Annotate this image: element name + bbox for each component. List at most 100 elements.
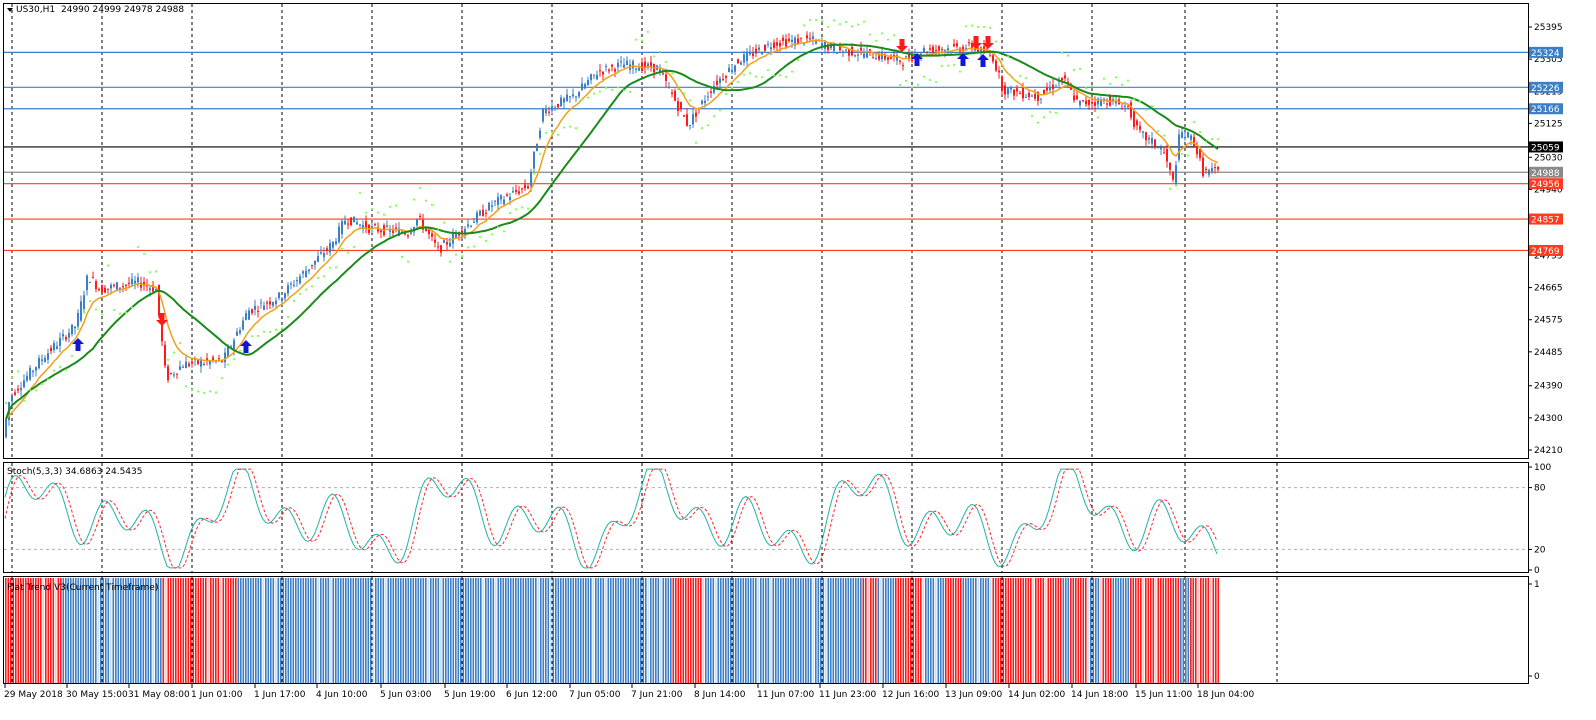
trend-bar xyxy=(1167,578,1170,683)
trend-bar xyxy=(945,578,947,683)
trend-bar xyxy=(265,578,267,683)
trend-bar xyxy=(195,578,197,683)
trend-bar xyxy=(277,578,280,683)
candle-body xyxy=(1085,100,1087,105)
trend-bar xyxy=(930,578,932,683)
sar-dot xyxy=(748,72,752,75)
trend-bar xyxy=(285,578,287,683)
trend-bar xyxy=(290,578,292,683)
trend-bar xyxy=(410,578,412,683)
trend-tick-label: 0 xyxy=(1534,672,1540,682)
trend-bar xyxy=(272,578,275,683)
level-tag-value: 24956 xyxy=(1531,180,1560,190)
trend-bar xyxy=(322,578,325,683)
trend-bar xyxy=(865,578,867,683)
trend-bar xyxy=(1110,578,1112,683)
sar-dot xyxy=(304,288,308,291)
trend-bar xyxy=(1070,578,1072,683)
stochastic-panel[interactable] xyxy=(3,462,1529,573)
candle-body xyxy=(14,392,16,395)
trend-bar xyxy=(727,578,730,683)
trend-bar xyxy=(902,578,905,683)
sar-dot xyxy=(352,245,356,249)
trend-bar xyxy=(1132,578,1135,683)
sar-dot xyxy=(796,58,800,62)
sar-dot xyxy=(1090,85,1094,88)
trend-bar xyxy=(577,578,580,683)
trend-bar xyxy=(662,578,665,683)
trend-bar xyxy=(1165,578,1167,683)
sar-dot xyxy=(136,245,140,249)
trend-bar xyxy=(725,578,727,683)
sar-dot xyxy=(430,203,434,207)
candle-body xyxy=(71,324,73,335)
trend-bar xyxy=(345,578,347,683)
sar-dot xyxy=(334,266,338,269)
trend-bar xyxy=(722,578,725,683)
price-tick-label: 24390 xyxy=(1534,382,1563,392)
candle-body xyxy=(350,217,352,226)
trend-bar xyxy=(997,578,1000,683)
trend-bar xyxy=(252,578,255,683)
sar-dot xyxy=(868,33,872,36)
candle-body xyxy=(953,44,955,46)
trend-bar xyxy=(85,578,87,683)
sar-dot xyxy=(622,89,626,92)
candle-body xyxy=(1136,120,1138,126)
sar-dot xyxy=(1120,83,1124,86)
sar-dot xyxy=(328,266,332,269)
trend-bar xyxy=(552,578,555,683)
trend-bar xyxy=(25,578,27,683)
trend-bar xyxy=(237,578,240,683)
candle-body xyxy=(608,69,610,72)
trend-bar xyxy=(172,578,175,683)
trend-bar xyxy=(1012,578,1015,683)
sar-dot xyxy=(100,313,104,316)
trend-bar xyxy=(875,578,877,683)
sar-dot xyxy=(820,20,824,23)
trend-bar xyxy=(450,578,452,683)
sar-dot xyxy=(634,38,638,41)
candle-body xyxy=(755,48,757,54)
trend-bar xyxy=(92,578,95,683)
candle-body xyxy=(1082,100,1084,102)
trend-bar xyxy=(15,578,17,683)
main-price-panel[interactable] xyxy=(3,3,1529,459)
trend-bar xyxy=(427,578,430,683)
candle-body xyxy=(35,367,37,371)
candle-body xyxy=(74,326,76,329)
candle-body xyxy=(497,196,499,205)
trend-bar xyxy=(585,578,587,683)
trend-bar xyxy=(490,578,492,683)
candle-body xyxy=(1046,87,1048,91)
trading-terminal-chart[interactable]: 2539525305252152512525030249402485024755… xyxy=(0,0,1596,716)
candle-body xyxy=(932,46,934,54)
trend-bar xyxy=(382,578,385,683)
sar-dot xyxy=(490,233,494,236)
candle-body xyxy=(1127,105,1129,107)
candle-body xyxy=(1076,95,1078,100)
candle-body xyxy=(1013,89,1015,96)
trend-bar xyxy=(1170,578,1172,683)
sar-dot xyxy=(610,88,614,91)
trend-bar xyxy=(1105,578,1107,683)
trend-bar xyxy=(1192,578,1195,683)
candle-body xyxy=(197,360,199,364)
candle-body xyxy=(1073,95,1075,101)
candle-body xyxy=(173,374,175,376)
sar-dot xyxy=(520,206,524,209)
candle-body xyxy=(29,367,31,380)
trend-bar xyxy=(1087,578,1090,683)
sar-dot xyxy=(286,315,290,319)
trend-bar xyxy=(1042,578,1045,683)
candle-body xyxy=(551,106,553,111)
trend-bar xyxy=(497,578,500,683)
trend-bar xyxy=(225,578,227,683)
trend-bar xyxy=(1125,578,1127,683)
trend-bar xyxy=(900,578,902,683)
trend-bar xyxy=(670,578,672,683)
sar-dot xyxy=(76,327,80,331)
trend-bar xyxy=(650,578,652,683)
trend-bar xyxy=(520,578,522,683)
trend-bar xyxy=(752,578,755,683)
